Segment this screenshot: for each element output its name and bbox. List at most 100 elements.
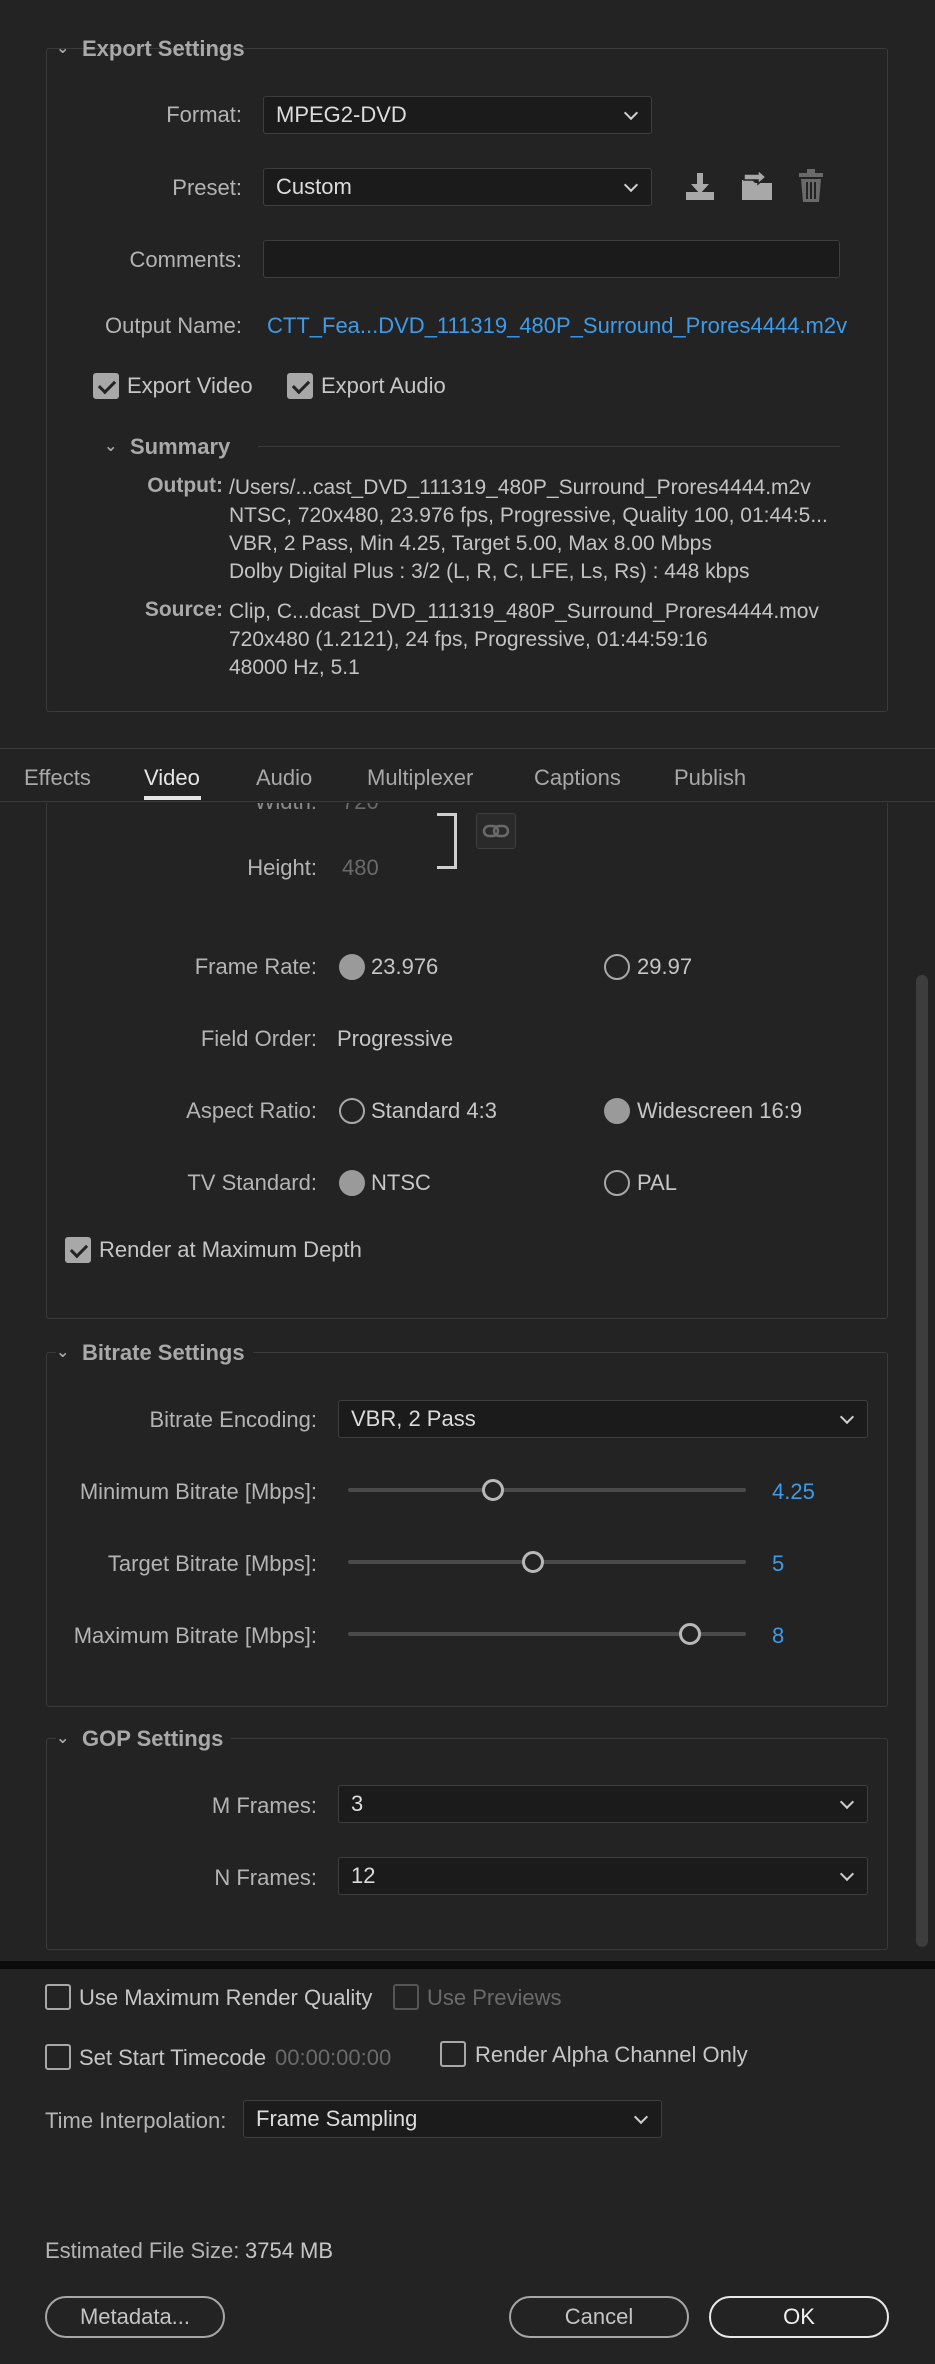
m-frames-value: 3 <box>351 1791 364 1816</box>
estimated-file-size-value: 3754 MB <box>245 2238 334 2263</box>
tv-standard-radio-ntsc[interactable] <box>339 1170 365 1196</box>
max-render-quality-checkbox[interactable] <box>45 1984 71 2010</box>
format-dropdown[interactable]: MPEG2-DVD <box>263 96 652 134</box>
summary-source-key: Source: <box>144 598 223 621</box>
width-value: 720 <box>342 803 379 815</box>
summary-source-line: 48000 Hz, 5.1 <box>229 656 360 679</box>
time-interpolation-value: Frame Sampling <box>256 2106 418 2131</box>
n-frames-dropdown[interactable]: 12 <box>338 1857 868 1895</box>
frame-rate-option-2997: 29.97 <box>637 954 693 979</box>
summary-source-line: Clip, C...dcast_DVD_111319_480P_Surround… <box>229 600 819 623</box>
height-label: Height: <box>247 855 317 880</box>
max-bitrate-value[interactable]: 8 <box>772 1623 784 1649</box>
format-label: Format: <box>166 102 242 127</box>
bitrate-encoding-dropdown[interactable]: VBR, 2 Pass <box>338 1400 868 1438</box>
m-frames-dropdown[interactable]: 3 <box>338 1785 868 1823</box>
chevron-down-icon <box>837 1401 857 1437</box>
tab-effects[interactable]: Effects <box>24 765 91 791</box>
comments-input[interactable] <box>263 240 840 278</box>
bitrate-settings-title: Bitrate Settings <box>82 1340 245 1365</box>
min-bitrate-slider-track[interactable] <box>348 1488 746 1492</box>
bottom-divider <box>0 1961 935 1969</box>
chevron-down-icon: ⌄ <box>56 1730 70 1747</box>
comments-label: Comments: <box>129 247 242 272</box>
min-bitrate-label: Minimum Bitrate [Mbps]: <box>79 1479 317 1504</box>
ok-button[interactable]: OK <box>709 2296 889 2338</box>
import-preset-icon[interactable] <box>738 170 776 204</box>
target-bitrate-slider-thumb[interactable] <box>522 1551 545 1573</box>
summary-header[interactable]: ⌄ Summary <box>104 434 230 460</box>
render-max-depth-label: Render at Maximum Depth <box>99 1237 362 1262</box>
preset-dropdown[interactable]: Custom <box>263 168 652 206</box>
tab-captions[interactable]: Captions <box>534 765 621 791</box>
aspect-ratio-radio-widescreen[interactable] <box>604 1098 630 1124</box>
export-audio-checkbox[interactable] <box>287 373 313 399</box>
time-interpolation-label: Time Interpolation: <box>45 2108 227 2133</box>
cancel-button[interactable]: Cancel <box>509 2296 689 2338</box>
aspect-ratio-option-widescreen: Widescreen 16:9 <box>637 1098 803 1123</box>
export-audio-label: Export Audio <box>321 373 446 398</box>
summary-divider <box>258 446 840 447</box>
gop-settings-title: GOP Settings <box>82 1726 224 1751</box>
chevron-down-icon: ⌄ <box>56 40 70 57</box>
link-icon <box>482 824 510 838</box>
frame-rate-option-23976: 23.976 <box>371 954 439 979</box>
chevron-down-icon: ⌄ <box>104 438 118 455</box>
preset-value: Custom <box>276 174 352 199</box>
metadata-button[interactable]: Metadata... <box>45 2296 225 2338</box>
delete-preset-icon[interactable] <box>795 168 827 204</box>
target-bitrate-label: Target Bitrate [Mbps]: <box>107 1551 317 1576</box>
summary-output-key: Output: <box>147 474 223 497</box>
save-preset-icon[interactable] <box>683 170 717 204</box>
use-previews-checkbox <box>393 1984 419 2010</box>
frame-rate-radio-2997[interactable] <box>604 954 630 980</box>
chevron-down-icon <box>621 169 641 205</box>
render-alpha-label: Render Alpha Channel Only <box>475 2042 748 2067</box>
output-name-link[interactable]: CTT_Fea...DVD_111319_480P_Surround_Prore… <box>267 313 847 339</box>
tab-publish[interactable]: Publish <box>674 765 746 791</box>
n-frames-value: 12 <box>351 1863 376 1888</box>
tab-video[interactable]: Video <box>144 765 200 791</box>
chevron-down-icon <box>631 2101 651 2137</box>
chevron-down-icon: ⌄ <box>56 1344 70 1361</box>
gop-settings-header[interactable]: ⌄ GOP Settings <box>56 1726 232 1752</box>
render-max-depth-checkbox[interactable] <box>65 1237 91 1263</box>
tv-standard-radio-pal[interactable] <box>604 1170 630 1196</box>
summary-source-line: 720x480 (1.2121), 24 fps, Progressive, 0… <box>229 628 708 651</box>
tv-standard-label: TV Standard: <box>187 1170 317 1195</box>
tv-standard-option-ntsc: NTSC <box>371 1170 431 1195</box>
max-render-quality-label: Use Maximum Render Quality <box>79 1985 373 2010</box>
summary-output-line: /Users/...cast_DVD_111319_480P_Surround_… <box>229 476 811 499</box>
frame-rate-radio-23976[interactable] <box>339 954 365 980</box>
output-name-label: Output Name: <box>105 313 242 338</box>
tab-audio[interactable]: Audio <box>256 765 312 791</box>
link-proportions-button[interactable] <box>476 813 516 849</box>
max-bitrate-label: Maximum Bitrate [Mbps]: <box>73 1623 317 1648</box>
m-frames-label: M Frames: <box>211 1793 317 1818</box>
min-bitrate-value[interactable]: 4.25 <box>772 1479 815 1505</box>
summary-output-line: VBR, 2 Pass, Min 4.25, Target 5.00, Max … <box>229 532 712 555</box>
render-alpha-checkbox[interactable] <box>440 2041 466 2067</box>
tv-standard-option-pal: PAL <box>637 1170 677 1195</box>
summary-output-line: NTSC, 720x480, 23.976 fps, Progressive, … <box>229 504 828 527</box>
scrollbar-thumb[interactable] <box>916 975 928 1947</box>
export-settings-header[interactable]: ⌄ Export Settings <box>56 36 245 62</box>
target-bitrate-slider-track[interactable] <box>348 1560 746 1564</box>
field-order-value: Progressive <box>337 1026 454 1051</box>
chevron-down-icon <box>621 97 641 133</box>
export-video-checkbox[interactable] <box>93 373 119 399</box>
aspect-ratio-radio-standard[interactable] <box>339 1098 365 1124</box>
start-timecode-value: 00:00:00:00 <box>275 2045 392 2070</box>
active-tab-underline <box>144 796 201 800</box>
target-bitrate-value[interactable]: 5 <box>772 1551 784 1577</box>
time-interpolation-dropdown[interactable]: Frame Sampling <box>243 2100 662 2138</box>
chevron-down-icon <box>837 1786 857 1822</box>
use-previews-label: Use Previews <box>427 1985 562 2010</box>
set-start-timecode-checkbox[interactable] <box>45 2044 71 2070</box>
bitrate-encoding-value: VBR, 2 Pass <box>351 1406 476 1431</box>
gop-settings-panel <box>46 1738 888 1950</box>
bitrate-encoding-label: Bitrate Encoding: <box>149 1407 317 1432</box>
bitrate-settings-header[interactable]: ⌄ Bitrate Settings <box>56 1340 253 1366</box>
video-scroll-area: Width: 720 Height: 480 Frame Rate: 23.97… <box>0 803 935 1961</box>
tab-multiplexer[interactable]: Multiplexer <box>367 765 473 791</box>
